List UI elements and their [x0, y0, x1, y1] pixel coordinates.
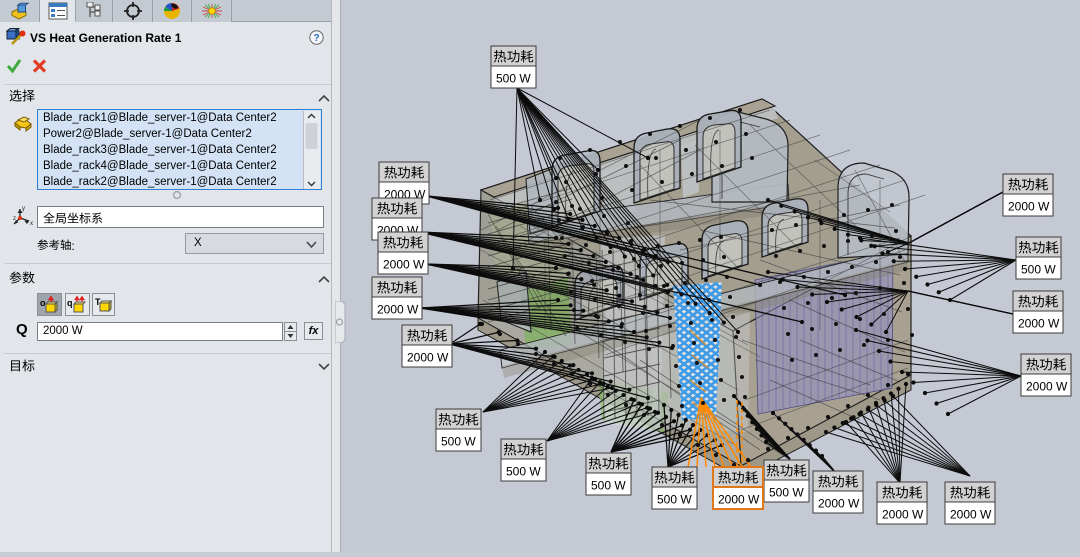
svg-text:2000 W: 2000 W	[1008, 200, 1050, 214]
svg-text:2000 W: 2000 W	[377, 303, 419, 317]
svg-text:q: q	[67, 298, 73, 308]
svg-text:z: z	[13, 216, 16, 222]
svg-text:?: ?	[313, 33, 319, 44]
svg-text:2000 W: 2000 W	[950, 508, 992, 522]
svg-text:500 W: 500 W	[506, 465, 541, 479]
svg-text:2000 W: 2000 W	[818, 497, 860, 511]
svg-text:x: x	[30, 221, 33, 227]
svg-text:y: y	[22, 206, 25, 212]
svg-text:o: o	[40, 298, 46, 308]
svg-text:2000 W: 2000 W	[718, 493, 760, 507]
svg-text:500 W: 500 W	[496, 72, 531, 86]
svg-text:2000 W: 2000 W	[1018, 317, 1060, 331]
svg-text:2000 W: 2000 W	[383, 258, 425, 272]
svg-text:2000 W: 2000 W	[1026, 380, 1068, 394]
svg-text:2000 W: 2000 W	[407, 351, 449, 365]
svg-text:2000 W: 2000 W	[882, 508, 924, 522]
svg-text:500 W: 500 W	[769, 486, 804, 500]
svg-text:500 W: 500 W	[441, 435, 476, 449]
svg-text:500 W: 500 W	[1021, 263, 1056, 277]
svg-text:500 W: 500 W	[591, 479, 626, 493]
svg-text:500 W: 500 W	[657, 493, 692, 507]
